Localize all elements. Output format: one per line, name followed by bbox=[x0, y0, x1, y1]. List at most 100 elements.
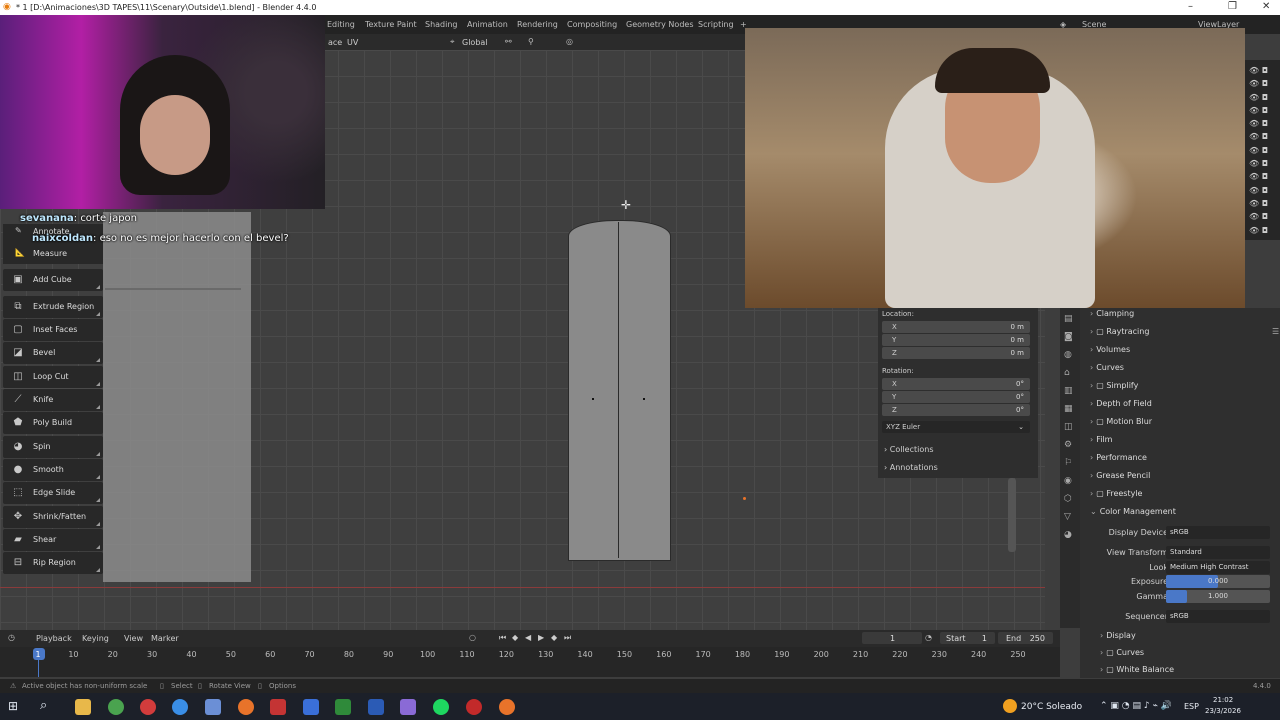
visibility-toggle-icons[interactable]: 👁 ◘ 👁 ◘ 👁 ◘ 👁 ◘ 👁 ◘ 👁 ◘ 👁 ◘ 👁 ◘ 👁 ◘ 👁 ◘ 👁 ◘ 👁 ◘ 👁 ◘ bbox=[1249, 64, 1268, 237]
current-frame-field[interactable]: 1 bbox=[862, 632, 922, 644]
section-volumes[interactable]: › Volumes bbox=[1090, 345, 1130, 354]
rotation-mode-dropdown[interactable]: XYZ Euler ⌄ bbox=[882, 421, 1030, 433]
tool-loop-cut[interactable]: ◫ Loop Cut bbox=[3, 366, 103, 388]
tool-extrude-region[interactable]: ⧉ Extrude Region bbox=[3, 296, 103, 318]
section-simplify[interactable]: › ▢ Simplify bbox=[1090, 381, 1138, 390]
section-clamping[interactable]: › Clamping bbox=[1090, 309, 1134, 318]
tool-shear[interactable]: ▰ Shear bbox=[3, 529, 103, 551]
collections-section[interactable]: › Collections bbox=[884, 445, 934, 454]
look-dropdown[interactable]: Medium High Contrast bbox=[1166, 561, 1270, 574]
timeline-ruler[interactable]: 1 10 20 30 40 50 60 70 80 90 100 110 120 130 140 150 160… bbox=[0, 647, 1060, 677]
app-icon[interactable] bbox=[303, 699, 319, 715]
view-transform-dropdown[interactable]: Standard bbox=[1166, 546, 1270, 559]
tool-inset-faces[interactable]: ▢ Inset Faces bbox=[3, 319, 103, 341]
tab-geometry-nodes[interactable]: Geometry Nodes bbox=[626, 20, 693, 29]
tab-compositing[interactable]: Compositing bbox=[567, 20, 617, 29]
section-film[interactable]: › Film bbox=[1090, 435, 1112, 444]
app-icon[interactable] bbox=[400, 699, 416, 715]
obs-icon[interactable] bbox=[270, 699, 286, 715]
tab-texture-paint[interactable]: Texture Paint bbox=[365, 20, 417, 29]
input-language[interactable]: ESP bbox=[1184, 702, 1199, 711]
section-motion-blur[interactable]: › ▢ Motion Blur bbox=[1090, 417, 1152, 426]
tool-bevel[interactable]: ◪ Bevel bbox=[3, 342, 103, 364]
jump-end-icon[interactable]: ⏭ bbox=[564, 633, 571, 643]
start-frame-field[interactable]: Start 1 bbox=[940, 632, 995, 644]
close-icon[interactable]: ✕ bbox=[1262, 1, 1270, 12]
record-icon[interactable]: ○ bbox=[469, 633, 476, 642]
proportional-edit-icon[interactable]: ◎ bbox=[566, 37, 573, 46]
display-device-dropdown[interactable]: sRGB bbox=[1166, 526, 1270, 539]
rotation-x-field[interactable]: X 0° bbox=[882, 378, 1030, 390]
section-depth-of-field[interactable]: › Depth of Field bbox=[1090, 399, 1152, 408]
tool-spin[interactable]: ◕ Spin bbox=[3, 436, 103, 458]
tab-scripting[interactable]: Scripting bbox=[698, 20, 734, 29]
keying-menu[interactable]: Keying bbox=[82, 634, 109, 643]
rotation-z-field[interactable]: Z 0° bbox=[882, 404, 1030, 416]
tool-knife[interactable]: ⟋ Knife bbox=[3, 389, 103, 411]
maximize-icon[interactable]: ❐ bbox=[1228, 1, 1237, 12]
section-freestyle[interactable]: › ▢ Freestyle bbox=[1090, 489, 1142, 498]
marker-menu[interactable]: Marker bbox=[151, 634, 179, 643]
tab-rendering[interactable]: Rendering bbox=[517, 20, 558, 29]
next-keyframe-icon[interactable]: ◆ bbox=[551, 633, 557, 642]
tab-animation[interactable]: Animation bbox=[467, 20, 508, 29]
tool-smooth[interactable]: ● Smooth bbox=[3, 459, 103, 481]
blender-active-icon[interactable] bbox=[499, 699, 515, 715]
search-icon[interactable]: ⌕ bbox=[40, 698, 47, 713]
subsection-display[interactable]: › Display bbox=[1100, 631, 1136, 640]
section-raytracing[interactable]: › ▢ Raytracing bbox=[1090, 327, 1149, 336]
app-icon[interactable] bbox=[205, 699, 221, 715]
system-tray-icons[interactable]: ⌃ ▣ ◔ ▤ ♪ ⌁ 🔊 bbox=[1100, 701, 1172, 711]
section-grease-pencil[interactable]: › Grease Pencil bbox=[1090, 471, 1150, 480]
subsection-white-balance[interactable]: › ▢ White Balance bbox=[1100, 665, 1174, 674]
section-color-management[interactable]: ⌄ Color Management bbox=[1090, 507, 1176, 516]
view-menu[interactable]: View bbox=[124, 634, 143, 643]
app-icon[interactable] bbox=[466, 699, 482, 715]
clock-date[interactable]: 23/3/2026 bbox=[1205, 707, 1241, 715]
rotation-y-field[interactable]: Y 0° bbox=[882, 391, 1030, 403]
list-icon[interactable]: ☰ bbox=[1272, 327, 1279, 336]
tab-shading[interactable]: Shading bbox=[425, 20, 458, 29]
tool-poly-build[interactable]: ⬟ Poly Build bbox=[3, 412, 103, 434]
edge-icon[interactable] bbox=[172, 699, 188, 715]
file-explorer-icon[interactable] bbox=[75, 699, 91, 715]
prev-keyframe-icon[interactable]: ◆ bbox=[512, 633, 518, 642]
location-x-field[interactable]: X0 m bbox=[882, 321, 1030, 333]
visual-studio-icon[interactable] bbox=[368, 699, 384, 715]
jump-start-icon[interactable]: ⏮ bbox=[499, 633, 506, 643]
opera-icon[interactable] bbox=[140, 699, 156, 715]
play-icon[interactable]: ▶ bbox=[538, 633, 544, 642]
play-reverse-icon[interactable]: ◀ bbox=[525, 633, 531, 642]
exposure-slider[interactable]: 0.000 bbox=[1166, 575, 1270, 588]
section-curves[interactable]: › Curves bbox=[1090, 363, 1124, 372]
snap-icon[interactable]: ⚲ bbox=[528, 37, 534, 46]
property-tab-icons[interactable]: ▤ ◙ ◍ ⌂ ▥ ▦ ◫ ⚙ ⚐ ◉ ⬡ ▽ ◕ bbox=[1064, 310, 1073, 544]
subsection-curves[interactable]: › ▢ Curves bbox=[1100, 648, 1144, 657]
mesh-object[interactable] bbox=[568, 220, 671, 561]
playback-menu[interactable]: Playback bbox=[36, 634, 72, 643]
location-y-field[interactable]: Y0 m bbox=[882, 334, 1030, 346]
end-frame-field[interactable]: End 250 bbox=[998, 632, 1053, 644]
spotify-icon[interactable] bbox=[433, 699, 449, 715]
tool-edge-slide[interactable]: ⬚ Edge Slide bbox=[3, 482, 103, 504]
pycharm-icon[interactable] bbox=[335, 699, 351, 715]
section-performance[interactable]: › Performance bbox=[1090, 453, 1147, 462]
blender-taskbar-icon[interactable] bbox=[238, 699, 254, 715]
minimize-icon[interactable]: – bbox=[1188, 1, 1193, 12]
clock-time[interactable]: 21:02 bbox=[1213, 696, 1233, 704]
windows-start-icon[interactable]: ⊞ bbox=[8, 699, 18, 713]
tab-editing[interactable]: Editing bbox=[327, 20, 355, 29]
location-z-field[interactable]: Z0 m bbox=[882, 347, 1030, 359]
select-menu[interactable]: ace bbox=[328, 38, 342, 47]
chrome-icon[interactable] bbox=[108, 699, 124, 715]
uv-menu[interactable]: UV bbox=[347, 38, 358, 47]
tool-add-cube[interactable]: ▣ Add Cube bbox=[3, 269, 103, 291]
weather-text[interactable]: 20°C Soleado bbox=[1021, 702, 1082, 712]
panel-scrollbar[interactable] bbox=[1008, 478, 1016, 552]
gamma-slider[interactable]: 1.000 bbox=[1166, 590, 1270, 603]
annotations-section[interactable]: › Annotations bbox=[884, 463, 938, 472]
sequencer-dropdown[interactable]: sRGB bbox=[1166, 610, 1270, 623]
editor-type-icon[interactable]: ◷ bbox=[8, 633, 15, 642]
tool-rip-region[interactable]: ⊟ Rip Region bbox=[3, 552, 103, 574]
orientation-dropdown[interactable]: Global bbox=[462, 38, 488, 47]
